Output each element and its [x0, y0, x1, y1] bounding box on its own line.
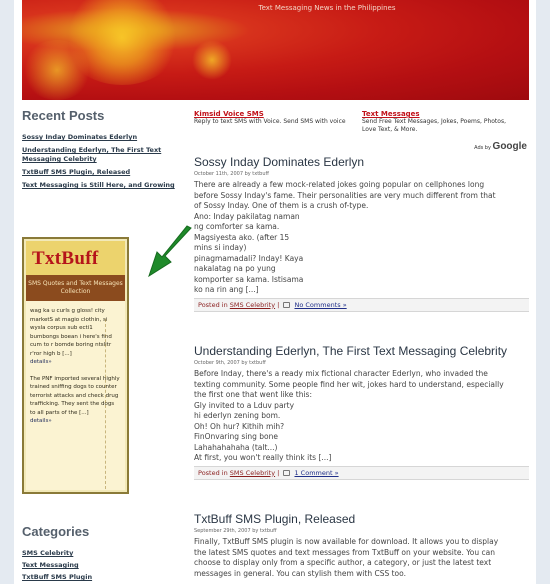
ads-by-google[interactable]: Ads by Google: [474, 141, 527, 152]
categories-list: SMS Celebrity Text Messaging TxtBuff SMS…: [22, 547, 92, 583]
green-arrow-icon: [148, 225, 192, 278]
comment-icon: [283, 469, 291, 476]
txtbuff-quote-text: wag ka u curls g gloss! city marketS at …: [30, 308, 112, 357]
categories-widget: Categories SMS Celebrity Text Messaging …: [22, 524, 92, 583]
post-line: ko na rin ang [...]: [194, 285, 259, 294]
ad-title-link[interactable]: Text Messages: [362, 110, 522, 118]
post-line: Gly invited to a Lduv party: [194, 400, 295, 410]
post-line: Magsiyesta ako. (after 15: [194, 232, 290, 242]
category-link[interactable]: SMS Celebrity: [230, 469, 275, 477]
post-line: nakalatag na po yung: [194, 264, 276, 273]
ad-description: Send Free Text Messages, Jokes, Poems, P…: [362, 118, 506, 133]
post-content: Finally, TxtBuff SMS plugin is now avail…: [194, 537, 529, 579]
post: TxtBuff SMS Plugin, Released September 2…: [194, 512, 529, 579]
post-line: before Sossy Inday's fame. Their persona…: [194, 190, 496, 200]
post-line: the latest SMS quotes and text messages …: [194, 547, 495, 557]
post-line: pinagmamadali? Inday! Kaya: [194, 253, 304, 263]
main-content: Kimsid Voice SMS Reply to text SMS with …: [194, 108, 529, 578]
post-line: At first, you won't really think its [..…: [194, 453, 332, 462]
post-line: ng comforter sa kama.: [194, 222, 280, 231]
post-meta: Posted in SMS Celebrity | No Comments »: [194, 297, 529, 312]
post-title[interactable]: Understanding Ederlyn, The First Text Me…: [194, 344, 529, 358]
ad-description: Reply to text SMS with Voice. Send SMS w…: [194, 118, 346, 125]
post-line: of Sossy Inday. One of them is a crush o…: [194, 201, 369, 210]
category-link[interactable]: SMS Celebrity: [230, 301, 275, 309]
posted-in-label: Posted in: [198, 468, 228, 477]
post-line: Ano: Inday pakilatag naman: [194, 211, 300, 221]
post-date: October 9th, 2007 by txtbuff: [194, 360, 266, 366]
category-link[interactable]: Text Messaging: [22, 559, 92, 571]
page-wrapper: Text Messaging News in the Philippines R…: [14, 0, 536, 584]
ad-title-link[interactable]: Kimsid Voice SMS: [194, 110, 354, 118]
comments-link[interactable]: 1 Comment »: [294, 469, 338, 477]
txtbuff-logo-text: TxtBuff: [32, 248, 99, 269]
header-swirl-graphic: [192, 40, 232, 80]
header-swirl-graphic: [22, 40, 92, 100]
ad-unit[interactable]: Kimsid Voice SMS Reply to text SMS with …: [194, 110, 354, 126]
post-meta: Posted in SMS Celebrity | 1 Comment »: [194, 465, 529, 480]
site-tagline: Text Messaging News in the Philippines: [258, 4, 396, 12]
recent-post-link[interactable]: TxtBuff SMS Plugin, Released: [22, 168, 182, 177]
decorative-vine: [105, 319, 125, 489]
post: Understanding Ederlyn, The First Text Me…: [194, 344, 529, 480]
post-line: the first one that went like this:: [194, 390, 312, 399]
recent-post-link[interactable]: Understanding Ederlyn, The First Text Me…: [22, 146, 182, 164]
txtbuff-ad-widget[interactable]: TxtBuff SMS Quotes and Text Messages Col…: [22, 237, 129, 494]
details-link[interactable]: details»: [30, 418, 52, 424]
post-content: There are already a few mock-related jok…: [194, 180, 529, 296]
post-title[interactable]: Sossy Inday Dominates Ederlyn: [194, 155, 529, 169]
recent-post-link[interactable]: Text Messaging is Still Here, and Growin…: [22, 181, 182, 190]
post-line: There are already a few mock-related jok…: [194, 180, 485, 189]
details-link[interactable]: details»: [30, 359, 52, 365]
post-date: October 11th, 2007 by txtbuff: [194, 171, 269, 177]
post: Sossy Inday Dominates Ederlyn October 11…: [194, 155, 529, 312]
txtbuff-tagline: SMS Quotes and Text Messages Collection: [26, 277, 125, 301]
post-line: Lahahahahaha (talt...): [194, 442, 278, 452]
category-link[interactable]: TxtBuff SMS Plugin: [22, 571, 92, 583]
google-ads-block: Kimsid Voice SMS Reply to text SMS with …: [194, 108, 529, 154]
ad-unit[interactable]: Text Messages Send Free Text Messages, J…: [362, 110, 522, 134]
comments-link[interactable]: No Comments »: [294, 301, 346, 309]
post-content: Before Inday, there's a ready mix fictio…: [194, 369, 529, 464]
sidebar: Recent Posts Sossy Inday Dominates Ederl…: [22, 108, 182, 194]
post-line: komporter sa kama. Istisama: [194, 274, 304, 284]
post-date: September 29th, 2007 by txtbuff: [194, 528, 277, 534]
recent-posts-title: Recent Posts: [22, 108, 105, 123]
txtbuff-logo[interactable]: TxtBuff: [26, 241, 125, 277]
post-line: choose to display only from a specific a…: [194, 558, 492, 567]
recent-post-link[interactable]: Sossy Inday Dominates Ederlyn: [22, 133, 182, 142]
post-line: Finally, TxtBuff SMS plugin is now avail…: [194, 537, 499, 546]
post-line: messages in general. You can stylish the…: [194, 568, 406, 578]
post-title[interactable]: TxtBuff SMS Plugin, Released: [194, 512, 529, 526]
site-header-banner[interactable]: Text Messaging News in the Philippines: [22, 0, 529, 100]
post-line: Oh! Oh hur? Kithih mih?: [194, 421, 285, 431]
categories-title: Categories: [22, 524, 90, 539]
posted-in-label: Posted in: [198, 300, 228, 309]
post-line: mins si inday): [194, 243, 247, 252]
google-logo: Google: [492, 141, 527, 152]
ads-by-label: Ads by: [474, 145, 491, 151]
post-line: hi ederlyn zening bom.: [194, 411, 281, 420]
post-line: FinOnvaring sing bone: [194, 432, 278, 441]
comment-icon: [283, 301, 291, 308]
recent-posts-list: Sossy Inday Dominates Ederlyn Understand…: [22, 133, 182, 190]
post-line: Before Inday, there's a ready mix fictio…: [194, 369, 488, 378]
category-link[interactable]: SMS Celebrity: [22, 547, 92, 559]
post-line: texting community. Some people find her …: [194, 379, 504, 389]
